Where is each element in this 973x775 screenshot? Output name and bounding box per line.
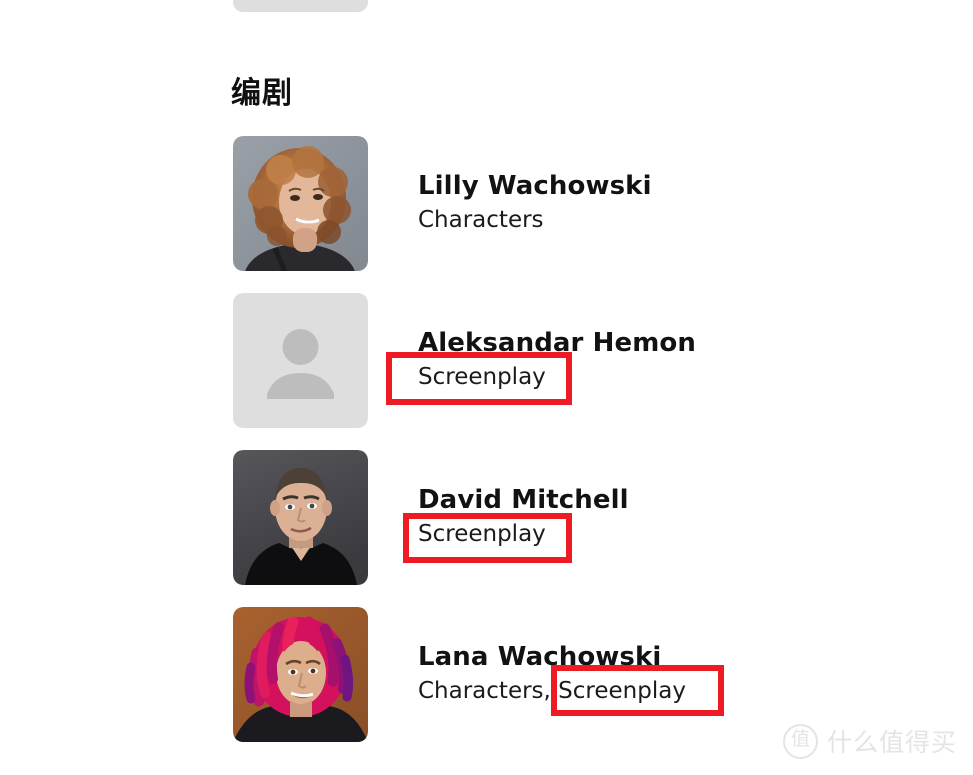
credit-text: David Mitchell Screenplay xyxy=(418,450,938,585)
person-roles[interactable]: Characters xyxy=(418,206,938,236)
person-name: Lana Wachowski xyxy=(418,642,662,673)
watermark: 值 什么值得买 xyxy=(782,723,957,759)
credit-text: Lana Wachowski Characters, Screenplay xyxy=(418,607,938,742)
watermark-badge-icon: 值 xyxy=(782,723,818,759)
avatar[interactable] xyxy=(233,450,368,585)
credit-row[interactable]: Lilly Wachowski Characters xyxy=(233,136,933,271)
person-roles[interactable]: Screenplay xyxy=(418,363,938,393)
credit-text: Lilly Wachowski Characters xyxy=(418,136,938,271)
photo-lilly-wachowski-icon xyxy=(233,136,368,271)
credit-row[interactable]: David Mitchell Screenplay xyxy=(233,450,933,585)
photo-lana-wachowski-icon xyxy=(233,607,368,742)
watermark-text: 什么值得买 xyxy=(826,728,957,757)
credit-row[interactable]: Lana Wachowski Characters, Screenplay xyxy=(233,607,933,742)
previous-avatar-tile-partial xyxy=(233,0,368,12)
person-name: David Mitchell xyxy=(418,485,629,516)
section-title: 编剧 xyxy=(231,76,293,111)
person-name: Aleksandar Hemon xyxy=(418,328,696,359)
credit-text: Aleksandar Hemon Screenplay xyxy=(418,293,938,428)
credit-row[interactable]: Aleksandar Hemon Screenplay xyxy=(233,293,933,428)
person-name: Lilly Wachowski xyxy=(418,171,652,202)
person-roles[interactable]: Characters, Screenplay xyxy=(418,677,938,707)
person-roles[interactable]: Screenplay xyxy=(418,520,938,550)
avatar[interactable] xyxy=(233,293,368,428)
avatar[interactable] xyxy=(233,607,368,742)
photo-david-mitchell-icon xyxy=(233,450,368,585)
person-placeholder-icon xyxy=(233,293,368,428)
avatar[interactable] xyxy=(233,136,368,271)
writers-credit-list: Lilly Wachowski Characters Aleksandar He… xyxy=(233,136,933,764)
